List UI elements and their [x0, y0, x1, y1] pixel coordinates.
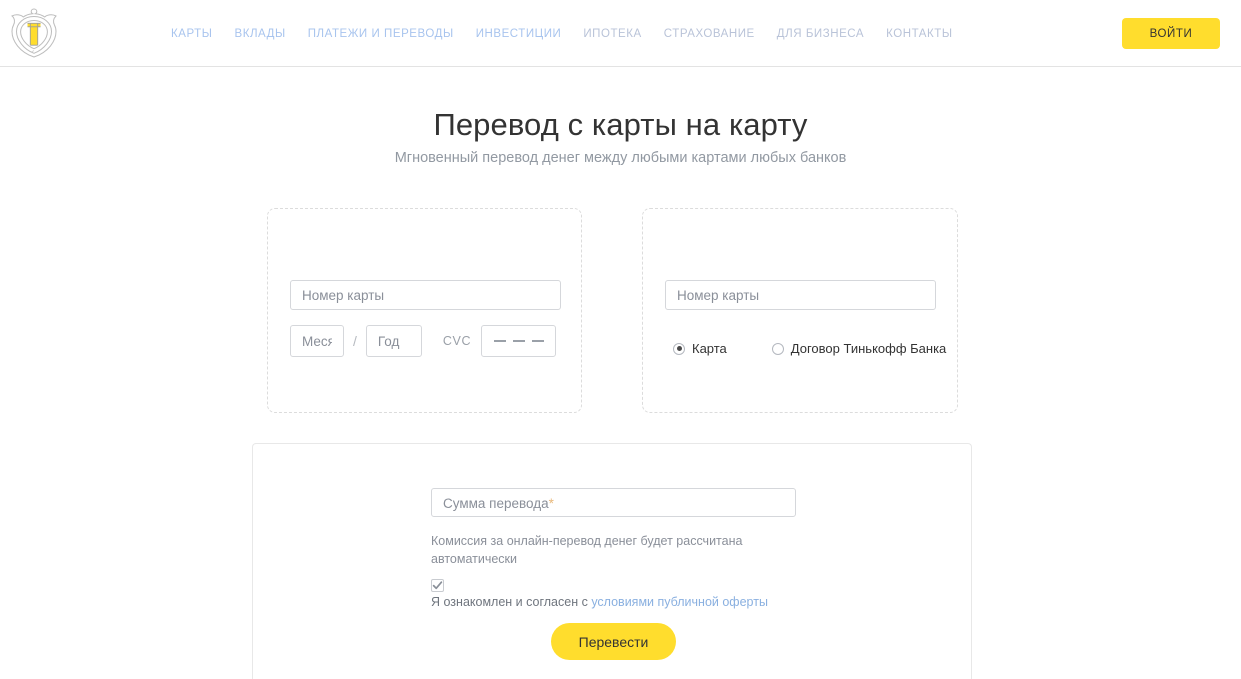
nav-item-cards[interactable]: КАРТЫ	[160, 28, 223, 40]
transfer-panels: / CVC Карта Договор Тинькофф Банка	[0, 208, 1241, 525]
agreement-text: Я ознакомлен и согласен с условиями публ…	[431, 594, 831, 610]
tinkoff-shield-logo[interactable]	[11, 7, 57, 59]
site-header: КАРТЫ ВКЛАДЫ ПЛАТЕЖИ И ПЕРЕВОДЫ ИНВЕСТИЦ…	[0, 0, 1241, 67]
radio-option-card-label: Карта	[692, 341, 727, 356]
recipient-card-panel: Карта Договор Тинькофф Банка	[642, 208, 958, 413]
submit-transfer-button[interactable]: Перевести	[551, 623, 676, 660]
login-button[interactable]: ВОЙТИ	[1122, 18, 1220, 49]
recipient-card-number-input[interactable]	[665, 280, 936, 310]
sender-card-number-input[interactable]	[290, 280, 561, 310]
sender-expiry-year-input[interactable]	[365, 325, 422, 357]
expiry-separator: /	[353, 333, 357, 349]
sender-card-panel: / CVC	[267, 208, 582, 413]
radio-checked-icon	[673, 342, 685, 355]
radio-option-contract[interactable]: Договор Тинькофф Банка	[771, 341, 947, 356]
page-subtitle: Мгновенный перевод денег между любыми ка…	[394, 150, 847, 166]
cvc-dash-icon	[531, 340, 544, 342]
radio-unchecked-icon	[771, 342, 784, 355]
fee-note: Комиссия за онлайн-перевод денег будет р…	[431, 534, 743, 566]
sender-expiry-month-input[interactable]	[290, 325, 344, 357]
cvc-input[interactable]	[481, 325, 557, 357]
cvc-dash-icon	[493, 340, 506, 342]
agreement-text-prefix: Я ознакомлен и согласен с	[431, 595, 592, 609]
nav-item-contacts[interactable]: КОНТАКТЫ	[875, 28, 963, 40]
nav-item-investments[interactable]: ИНВЕСТИЦИИ	[465, 28, 573, 40]
hero-section: Перевод с карты на карту Мгновенный пере…	[0, 106, 1241, 166]
cvc-dash-icon	[512, 340, 525, 342]
agreement-block: Я ознакомлен и согласен с условиями публ…	[431, 579, 831, 610]
sender-expiry-row: / CVC	[290, 325, 557, 357]
page-title: Перевод с карты на карту	[433, 107, 808, 142]
public-offer-link[interactable]: условиями публичной оферты	[591, 595, 768, 609]
radio-option-contract-label: Договор Тинькофф Банка	[790, 341, 947, 356]
nav-item-insurance[interactable]: СТРАХОВАНИЕ	[653, 28, 766, 40]
nav-item-for-business[interactable]: ДЛЯ БИЗНЕСА	[766, 28, 875, 40]
recipient-type-radio-group: Карта Договор Тинькофф Банка	[673, 341, 946, 356]
radio-option-card[interactable]: Карта	[673, 341, 727, 356]
agreement-checkbox[interactable]	[431, 579, 444, 592]
nav-item-deposits[interactable]: ВКЛАДЫ	[223, 28, 296, 40]
cvc-label: CVC	[442, 334, 472, 348]
main-nav: КАРТЫ ВКЛАДЫ ПЛАТЕЖИ И ПЕРЕВОДЫ ИНВЕСТИЦ…	[160, 0, 964, 67]
nav-item-mortgage[interactable]: ИПОТЕКА	[572, 28, 652, 40]
transfer-form-card: Сумма перевода* Комиссия за онлайн-перев…	[252, 443, 972, 679]
nav-item-payments-transfers[interactable]: ПЛАТЕЖИ И ПЕРЕВОДЫ	[297, 28, 465, 40]
amount-input[interactable]	[431, 488, 796, 517]
